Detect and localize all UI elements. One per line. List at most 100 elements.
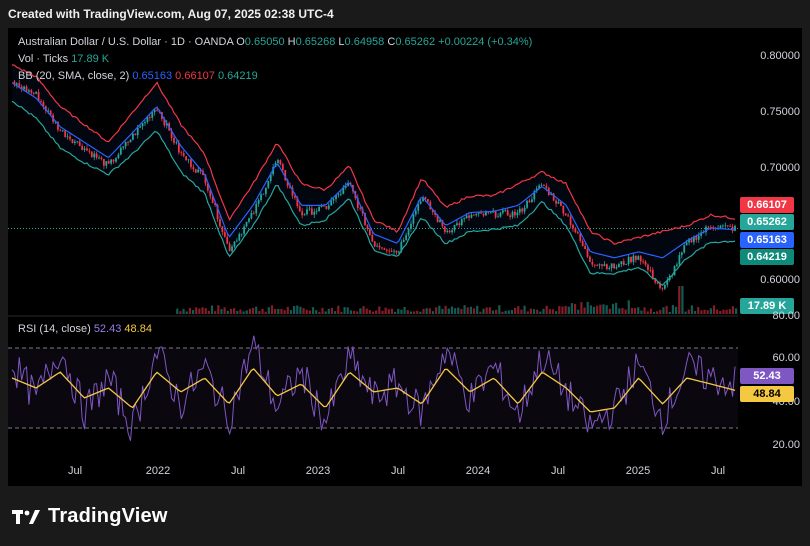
volume-bar <box>735 308 738 314</box>
volume-bar <box>280 308 283 314</box>
volume-bar <box>422 308 425 314</box>
candle-body <box>376 245 379 247</box>
price-axis-tick: 0.70000 <box>760 162 800 174</box>
candle-body <box>301 211 304 216</box>
candle-body <box>470 214 473 218</box>
candle-body <box>557 201 560 204</box>
volume-bar <box>195 307 198 314</box>
candle-body <box>407 228 410 236</box>
volume-bar <box>463 305 466 314</box>
candle-body <box>598 264 601 266</box>
volume-bar <box>659 309 662 314</box>
candle-body <box>15 83 18 85</box>
candle-body <box>637 256 640 260</box>
candle-body <box>697 235 700 240</box>
rsi-axis-tick: 60.00 <box>772 352 800 364</box>
volume-bar <box>198 308 201 314</box>
candle-body <box>112 159 115 162</box>
volume-bar <box>709 308 712 314</box>
candle-body <box>277 160 279 163</box>
candle-body <box>489 212 492 214</box>
candle-body <box>238 234 241 241</box>
volume-bar <box>510 309 514 314</box>
volume-bar <box>245 310 248 314</box>
time-axis-tick: 2025 <box>625 465 651 477</box>
candle-body <box>562 205 565 214</box>
candle-body <box>73 141 76 143</box>
volume-bar <box>586 301 589 314</box>
rsi-axis-tick: 20.00 <box>772 439 800 451</box>
candle-body <box>601 264 603 266</box>
candle-body <box>139 126 142 128</box>
volume-bar <box>258 311 261 314</box>
candle-body <box>521 208 524 212</box>
candle-body <box>245 221 248 227</box>
candle-body <box>393 250 395 252</box>
close-price-tag: 0.65262 <box>740 214 794 230</box>
volume-bar <box>570 303 574 314</box>
candle-body <box>64 130 67 138</box>
candle-body <box>243 226 246 234</box>
volume-bar <box>646 311 649 314</box>
candle-body <box>233 241 236 247</box>
candle-body <box>185 156 188 161</box>
volume-bar <box>201 307 204 314</box>
candle-body <box>69 136 71 140</box>
volume-bar <box>504 310 507 314</box>
candle-body <box>458 223 461 226</box>
bb-legend: BB (20, SMA, close, 2) 0.65163 0.66107 0… <box>18 70 258 82</box>
candle-body <box>390 251 393 253</box>
candle-body <box>378 245 381 248</box>
volume-bar <box>488 307 491 314</box>
candle-body <box>267 180 270 188</box>
candle-body <box>107 161 110 164</box>
candle-body <box>148 116 151 118</box>
candle-body <box>61 130 64 132</box>
candle-body <box>264 187 267 194</box>
candle-body <box>523 207 526 212</box>
bb-band-fill <box>12 64 735 286</box>
rsi-ma-value: 48.84 <box>124 323 152 335</box>
candle-body <box>472 214 475 216</box>
volume-bar <box>425 308 428 314</box>
volume-bar <box>248 308 251 314</box>
candle-body <box>337 194 340 196</box>
volume-bar <box>217 305 220 314</box>
volume-bar <box>700 310 703 314</box>
candle-body <box>221 226 224 233</box>
time-axis-tick: 2024 <box>465 465 491 477</box>
volume-bar <box>611 303 615 314</box>
candle-body <box>197 169 200 173</box>
volume-bar <box>706 310 709 314</box>
volume-bars <box>176 286 738 314</box>
time-axis-tick: Jul <box>550 465 566 477</box>
time-axis-tick: Jul <box>390 465 406 477</box>
candle-body <box>448 230 451 233</box>
volume-bar <box>548 309 551 314</box>
candle-body <box>110 159 113 164</box>
candle-body <box>90 151 93 158</box>
candle-body <box>439 220 441 222</box>
volume-bar <box>558 306 561 314</box>
volume-bar <box>381 310 384 314</box>
volume-bar <box>188 307 192 314</box>
volume-bar <box>649 308 652 314</box>
candle-body <box>281 164 284 171</box>
volume-bar <box>362 306 365 314</box>
rsi-label: RSI (14, close) <box>18 323 91 335</box>
volume-bar <box>214 311 217 314</box>
volume-bar <box>236 310 239 314</box>
volume-bar <box>491 310 495 314</box>
volume-bar <box>517 306 520 314</box>
volume-bar <box>302 308 305 314</box>
volume-bar <box>681 286 684 314</box>
volume-bar <box>551 309 555 314</box>
candle-body <box>40 101 42 102</box>
candle-body <box>260 194 262 200</box>
price-axis-tick: 0.60000 <box>760 274 800 286</box>
candle-body <box>620 261 623 265</box>
candle-body <box>402 239 405 242</box>
candle-body <box>141 123 144 127</box>
candle-body <box>610 263 613 268</box>
candle-body <box>144 121 146 124</box>
